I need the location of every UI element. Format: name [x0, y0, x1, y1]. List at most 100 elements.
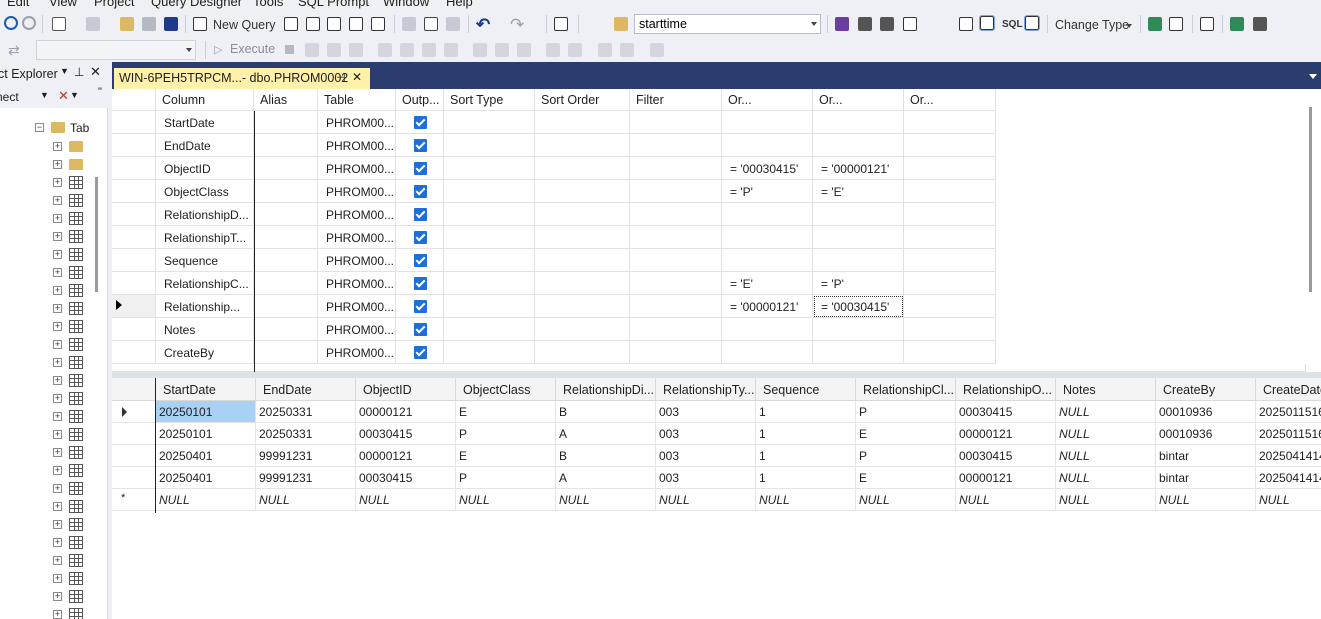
criteria-cell-sortorder[interactable]	[535, 157, 630, 180]
criteria-cell-filter[interactable]	[630, 249, 722, 272]
results-cell[interactable]: 00000121	[956, 423, 1056, 445]
criteria-cell-table[interactable]: PHROM00...	[318, 249, 396, 272]
tree-node-folder[interactable]: +	[0, 138, 100, 156]
criteria-cell-sortorder[interactable]	[535, 249, 630, 272]
criteria-cell-table[interactable]: PHROM00...	[318, 111, 396, 134]
results-cell[interactable]: 00000121	[356, 401, 456, 423]
criteria-cell-output[interactable]	[396, 203, 444, 226]
show-results-pane-icon[interactable]	[1024, 15, 1040, 31]
criteria-cell-or3[interactable]	[904, 341, 996, 364]
criteria-cell-or1[interactable]	[722, 111, 813, 134]
results-cell[interactable]: NULL	[656, 489, 756, 511]
tree-node-table[interactable]: +	[0, 354, 100, 372]
criteria-cell-or2[interactable]: = 'E'	[813, 180, 904, 203]
expand-icon[interactable]: +	[53, 214, 62, 223]
results-cell[interactable]: 00030415	[356, 423, 456, 445]
results-header[interactable]: Notes	[1056, 378, 1156, 401]
tree-node-folder[interactable]: +	[0, 156, 100, 174]
menu-sql-prompt[interactable]: SQL Prompt	[298, 0, 369, 9]
criteria-cell-or2[interactable]	[813, 249, 904, 272]
tree-node-table[interactable]: +	[0, 228, 100, 246]
back-icon[interactable]	[4, 16, 18, 30]
criteria-cell-table[interactable]: PHROM00...	[318, 295, 396, 318]
results-cell[interactable]: P	[456, 467, 556, 489]
tree-node-table[interactable]: +	[0, 588, 100, 606]
results-to-file-icon[interactable]	[517, 43, 531, 57]
criteria-cell-sortorder[interactable]	[535, 134, 630, 157]
menu-project[interactable]: Project	[94, 0, 134, 9]
dax-query-icon[interactable]	[371, 17, 385, 31]
criteria-cell-or3[interactable]	[904, 180, 996, 203]
connect-button[interactable]: nect	[0, 90, 19, 104]
tree-node-table[interactable]: +	[0, 516, 100, 534]
expand-icon[interactable]: +	[53, 358, 62, 367]
query-designer-icon[interactable]	[349, 43, 363, 57]
criteria-cell-or1[interactable]	[722, 226, 813, 249]
tree-node-table[interactable]: +	[0, 606, 100, 619]
paste-icon[interactable]	[446, 17, 460, 31]
criteria-cell-filter[interactable]	[630, 295, 722, 318]
results-row-selector[interactable]	[112, 467, 156, 489]
results-cell[interactable]: 00000121	[356, 445, 456, 467]
expand-icon[interactable]: +	[53, 574, 62, 583]
add-new-derived-table-icon[interactable]	[1253, 17, 1267, 31]
results-to-grid-icon[interactable]	[495, 43, 509, 57]
criteria-cell-table[interactable]: PHROM00...	[318, 341, 396, 364]
results-cell[interactable]: 00030415	[356, 467, 456, 489]
criteria-cell-column[interactable]: Notes	[156, 318, 254, 341]
criteria-cell-sorttype[interactable]	[444, 272, 535, 295]
criteria-header-column[interactable]: Column	[156, 89, 254, 111]
panel-menu-icon[interactable]: ▼	[60, 66, 69, 76]
criteria-cell-sortorder[interactable]	[535, 111, 630, 134]
results-cell[interactable]: 2025041414	[1256, 445, 1321, 467]
criteria-cell-output[interactable]	[396, 134, 444, 157]
add-item-icon[interactable]	[86, 17, 100, 31]
expand-icon[interactable]: +	[53, 412, 62, 421]
results-cell[interactable]: NULL	[1056, 467, 1156, 489]
results-corner[interactable]	[112, 378, 156, 401]
parse-icon[interactable]	[305, 43, 319, 57]
criteria-cell-sortorder[interactable]	[535, 295, 630, 318]
criteria-cell-sortorder[interactable]	[535, 272, 630, 295]
results-cell[interactable]: NULL	[756, 489, 856, 511]
results-cell[interactable]: NULL	[356, 489, 456, 511]
criteria-cell-output[interactable]	[396, 341, 444, 364]
criteria-cell-table[interactable]: PHROM00...	[318, 180, 396, 203]
criteria-cell-table[interactable]: PHROM00...	[318, 203, 396, 226]
criteria-cell-alias[interactable]	[254, 295, 318, 318]
results-cell[interactable]: E	[856, 467, 956, 489]
criteria-cell-or1[interactable]: = 'P'	[722, 180, 813, 203]
client-stats-icon[interactable]	[444, 43, 458, 57]
display-plan-icon[interactable]	[327, 43, 341, 57]
tree-node-table[interactable]: +	[0, 408, 100, 426]
open-file-icon[interactable]	[120, 17, 134, 31]
results-header[interactable]: Sequence	[756, 378, 856, 401]
criteria-cell-or3[interactable]	[904, 272, 996, 295]
results-header[interactable]: CreateDate	[1256, 378, 1321, 401]
tree-node-table[interactable]: +	[0, 372, 100, 390]
criteria-cell-or2[interactable]: = '00000121'	[813, 157, 904, 180]
add-table-icon[interactable]	[1230, 17, 1244, 31]
tab-close-icon[interactable]: ✕	[352, 70, 362, 84]
expand-icon[interactable]: +	[53, 160, 62, 169]
criteria-cell-or3[interactable]	[904, 157, 996, 180]
close-icon[interactable]: ✕	[90, 64, 101, 80]
expand-icon[interactable]: +	[53, 196, 62, 205]
criteria-row-selector[interactable]	[112, 341, 156, 364]
criteria-cell-filter[interactable]	[630, 318, 722, 341]
tree-node-table[interactable]: +	[0, 552, 100, 570]
expand-icon[interactable]: +	[53, 376, 62, 385]
expand-icon[interactable]: +	[53, 556, 62, 565]
criteria-cell-column[interactable]: Relationship...	[156, 295, 254, 318]
criteria-cell-or1[interactable]	[722, 318, 813, 341]
results-header[interactable]: StartDate	[156, 378, 256, 401]
results-cell[interactable]: P	[456, 423, 556, 445]
available-databases-combo[interactable]	[36, 40, 196, 60]
results-header[interactable]: ObjectID	[356, 378, 456, 401]
query-designer-tab[interactable]: WIN-6PEH5TRPCM...- dbo.PHROM0002 ⊣ ✕	[114, 68, 370, 89]
results-cell[interactable]: 1	[756, 467, 856, 489]
criteria-row-selector[interactable]	[112, 295, 156, 318]
find-in-files-icon[interactable]	[614, 17, 628, 31]
criteria-cell-output[interactable]	[396, 295, 444, 318]
criteria-cell-output[interactable]	[396, 226, 444, 249]
